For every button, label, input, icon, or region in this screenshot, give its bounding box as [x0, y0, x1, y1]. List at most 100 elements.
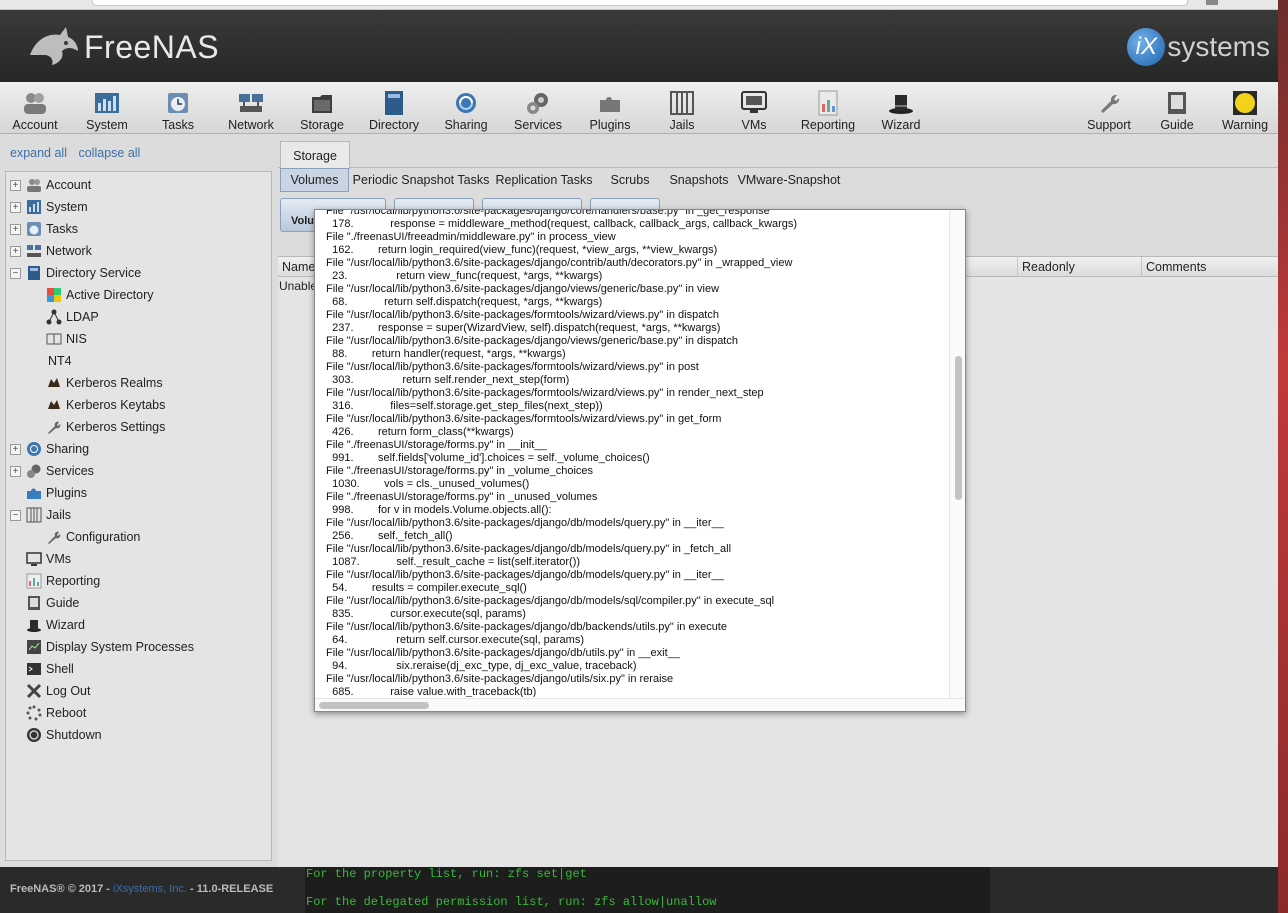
horizontal-scrollbar[interactable] [315, 698, 965, 711]
tab-scrubs[interactable]: Scrubs [604, 168, 656, 192]
tree-item-sharing[interactable]: + Sharing [10, 439, 89, 459]
toolbar-services[interactable]: Services [512, 86, 564, 132]
collapse-icon[interactable]: − [10, 509, 21, 521]
clock-calendar-icon [26, 221, 42, 237]
tree-item-network[interactable]: + Network [10, 241, 92, 261]
column-readonly[interactable]: Readonly [1017, 257, 1141, 277]
tree-item-kerberos-realms[interactable]: Kerberos Realms [46, 373, 163, 393]
traceback-line: 256. self._fetch_all() [326, 530, 453, 542]
traceback-line: 54. results = compiler.execute_sql() [326, 582, 527, 594]
toolbar-plugins[interactable]: Plugins [588, 86, 632, 132]
toolbar-sharing[interactable]: Sharing [442, 86, 490, 132]
toolbar-jails[interactable]: Jails [664, 86, 700, 132]
tab-storage[interactable]: Storage [280, 141, 350, 169]
toolbar-label: Network [228, 118, 274, 132]
tree-label: Log Out [46, 684, 91, 698]
scroll-thumb[interactable] [319, 702, 429, 709]
tree-item-nis[interactable]: NIS [46, 329, 87, 349]
toolbar-storage[interactable]: Storage [298, 86, 346, 132]
desktop-background [1278, 0, 1288, 913]
sidebar: expand all collapse all + Account + System… [0, 134, 278, 867]
collapse-all-link[interactable]: collapse all [78, 146, 140, 160]
tree-item-configuration[interactable]: Configuration [46, 527, 140, 547]
tree-item-kerberos-keytabs[interactable]: Kerberos Keytabs [46, 395, 165, 415]
extension-icon[interactable] [1206, 0, 1218, 5]
tree-label: Reporting [46, 574, 101, 588]
tree-item-wizard[interactable]: Wizard [26, 615, 85, 635]
traceback-line: 88. return handler(request, *args, **kwa… [326, 348, 566, 360]
toolbar-network[interactable]: Network [226, 86, 276, 132]
tree-item-account[interactable]: + Account [10, 175, 91, 195]
toolbar-directory[interactable]: Directory [366, 86, 422, 132]
kerberos-icon [46, 397, 62, 413]
tree-item-vms[interactable]: VMs [26, 549, 71, 569]
toolbar-vms[interactable]: VMs [736, 86, 772, 132]
expand-icon[interactable]: + [10, 201, 21, 213]
expand-icon[interactable]: + [10, 223, 21, 235]
toolbar-tasks[interactable]: Tasks [158, 86, 198, 132]
tab-vmware-snapshot[interactable]: VMware-Snapshot [736, 168, 842, 192]
traceback-line: 1030. vols = cls._unused_volumes() [326, 478, 530, 490]
system-chart-icon [94, 90, 120, 116]
tab-periodic-snapshot-tasks[interactable]: Periodic Snapshot Tasks [352, 168, 490, 192]
tree-item-guide[interactable]: Guide [26, 593, 79, 613]
vertical-scrollbar[interactable] [949, 210, 965, 698]
tree-item-system[interactable]: + System [10, 197, 88, 217]
console-line: For the delegated permission list, run: … [306, 895, 717, 909]
traceback-line: File "./freenasUI/storage/forms.py" in _… [326, 439, 547, 451]
company-link[interactable]: iXsystems, Inc. [113, 883, 187, 895]
toolbar-guide[interactable]: Guide [1156, 86, 1198, 132]
tree-item-services[interactable]: + Services [10, 461, 94, 481]
toolbar-label: Wizard [881, 118, 921, 132]
directory-book-icon [26, 265, 42, 281]
console-output: For the property list, run: zfs set|get … [305, 867, 990, 913]
tree-item-nt4[interactable]: NT4 [48, 351, 72, 371]
tree-item-directory-service[interactable]: − Directory Service [10, 263, 141, 283]
tree-item-shutdown[interactable]: Shutdown [26, 725, 102, 745]
tree-label: Jails [46, 508, 72, 522]
tree-item-shell[interactable]: Shell [26, 659, 74, 679]
toolbar-wizard[interactable]: Wizard [880, 86, 922, 132]
freenas-logo[interactable]: FreeNAS [26, 25, 219, 69]
tree-item-kerberos-settings[interactable]: Kerberos Settings [46, 417, 165, 437]
expand-icon[interactable]: + [10, 443, 21, 455]
sharing-icon [453, 90, 479, 116]
toolbar-reporting[interactable]: Reporting [800, 86, 856, 132]
address-bar[interactable] [92, 0, 1188, 6]
expand-icon[interactable]: + [10, 465, 21, 477]
tree-item-tasks[interactable]: + Tasks [10, 219, 78, 239]
traceback-line: File "/usr/local/lib/python3.6/site-pack… [326, 335, 738, 347]
toolbar-label: Plugins [589, 118, 631, 132]
collapse-icon[interactable]: − [10, 267, 21, 279]
tree-item-ldap[interactable]: LDAP [46, 307, 99, 327]
expand-all-link[interactable]: expand all [10, 146, 67, 160]
clock-calendar-icon [165, 90, 191, 116]
traceback-line: File "/usr/local/lib/python3.6/site-pack… [326, 543, 732, 555]
tree-item-reporting[interactable]: Reporting [26, 571, 100, 591]
users-icon [22, 90, 48, 116]
tree-item-reboot[interactable]: Reboot [26, 703, 86, 723]
tab-replication-tasks[interactable]: Replication Tasks [494, 168, 594, 192]
expand-icon[interactable]: + [10, 245, 21, 257]
traceback-line: 998. for v in models.Volume.objects.all(… [326, 504, 552, 516]
traceback-line: File "/usr/local/lib/python3.6/site-pack… [326, 621, 727, 633]
scroll-thumb[interactable] [955, 356, 962, 500]
toolbar-label: Support [1087, 118, 1131, 132]
column-comments[interactable]: Comments [1141, 257, 1266, 277]
tree-item-log-out[interactable]: Log Out [26, 681, 90, 701]
tab-volumes[interactable]: Volumes [280, 168, 349, 192]
expand-icon[interactable]: + [10, 179, 21, 191]
tree-label: VMs [46, 552, 71, 566]
reboot-spinner-icon [26, 705, 42, 721]
column-name[interactable]: Name [278, 257, 318, 277]
tree-item-active-directory[interactable]: Active Directory [46, 285, 154, 305]
tree-item-plugins[interactable]: Plugins [26, 483, 87, 503]
toolbar-support[interactable]: Support [1084, 86, 1134, 132]
tree-item-display-system-processes[interactable]: Display System Processes [26, 637, 194, 657]
toolbar-warning[interactable]: Warning [1220, 86, 1270, 132]
tree-item-jails[interactable]: − Jails [10, 505, 71, 525]
toolbar-system[interactable]: System [84, 86, 130, 132]
toolbar-account[interactable]: Account [10, 86, 60, 132]
tree-label: Services [46, 464, 94, 478]
tab-snapshots[interactable]: Snapshots [666, 168, 732, 192]
